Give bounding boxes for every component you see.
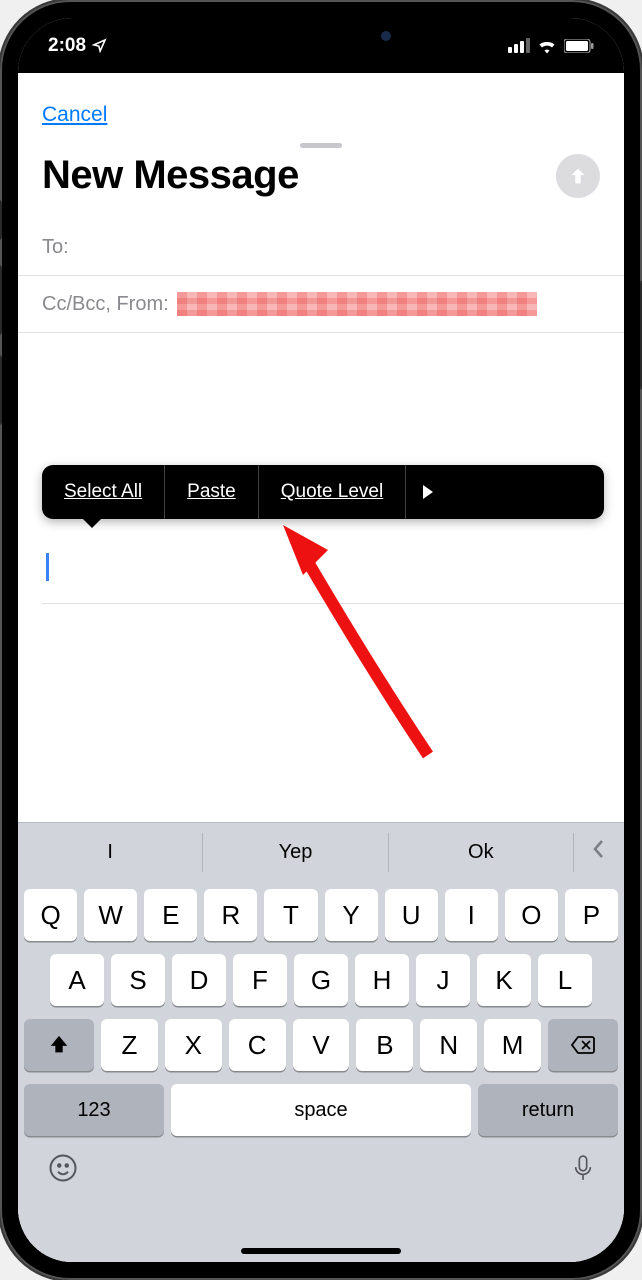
annotation-arrow	[248, 515, 458, 765]
content: Cancel New Message To: Cc/Bcc, From: Sel…	[18, 73, 624, 1262]
quote-level-button[interactable]: Quote Level	[259, 465, 406, 519]
key-s[interactable]: S	[111, 954, 165, 1006]
key-g[interactable]: G	[294, 954, 348, 1006]
page-title: New Message	[42, 153, 299, 198]
battery-icon	[564, 39, 594, 53]
chevron-right-icon	[422, 485, 434, 499]
key-q[interactable]: Q	[24, 889, 77, 941]
notch	[191, 18, 451, 54]
cancel-button[interactable]: Cancel	[42, 103, 107, 126]
edit-menu: Select All Paste Quote Level	[42, 465, 604, 519]
key-t[interactable]: T	[264, 889, 317, 941]
send-button[interactable]	[556, 154, 600, 198]
key-u[interactable]: U	[385, 889, 438, 941]
ccbcc-label: Cc/Bcc, From:	[42, 293, 169, 316]
key-z[interactable]: Z	[101, 1019, 158, 1071]
status-icons	[508, 38, 594, 54]
suggestion-3[interactable]: Ok	[389, 833, 574, 872]
key-row-4: 123 space return	[24, 1084, 618, 1136]
cellular-icon	[508, 38, 530, 53]
key-p[interactable]: P	[565, 889, 618, 941]
numbers-key[interactable]: 123	[24, 1084, 164, 1136]
key-n[interactable]: N	[420, 1019, 477, 1071]
volume-down	[0, 355, 2, 425]
volume-up	[0, 265, 2, 335]
suggestion-bar: I Yep Ok	[18, 823, 624, 881]
arrow-up-icon	[567, 165, 589, 187]
key-v[interactable]: V	[293, 1019, 350, 1071]
redacted-email	[177, 292, 537, 316]
suggestion-2[interactable]: Yep	[203, 833, 388, 872]
key-j[interactable]: J	[416, 954, 470, 1006]
return-key[interactable]: return	[478, 1084, 618, 1136]
divider	[42, 603, 624, 604]
location-icon	[92, 38, 107, 53]
menu-more-button[interactable]	[406, 465, 450, 519]
suggestion-1[interactable]: I	[18, 833, 203, 872]
key-i[interactable]: I	[445, 889, 498, 941]
backspace-icon	[570, 1035, 596, 1055]
wifi-icon	[537, 38, 557, 54]
keyboard-bottom-row	[18, 1149, 624, 1204]
key-m[interactable]: M	[484, 1019, 541, 1071]
screen: 2:08 Cancel New Message To:	[18, 18, 624, 1262]
key-f[interactable]: F	[233, 954, 287, 1006]
key-c[interactable]: C	[229, 1019, 286, 1071]
select-all-button[interactable]: Select All	[42, 465, 165, 519]
shift-key[interactable]	[24, 1019, 94, 1071]
text-cursor	[46, 553, 49, 581]
mute-switch	[0, 200, 2, 240]
key-d[interactable]: D	[172, 954, 226, 1006]
ccbcc-field[interactable]: Cc/Bcc, From:	[18, 276, 624, 333]
dictation-key[interactable]	[572, 1153, 594, 1190]
key-l[interactable]: L	[538, 954, 592, 1006]
backspace-key[interactable]	[548, 1019, 618, 1071]
key-x[interactable]: X	[165, 1019, 222, 1071]
keyboard: I Yep Ok Q W E R T Y U	[18, 822, 624, 1262]
key-o[interactable]: O	[505, 889, 558, 941]
key-e[interactable]: E	[144, 889, 197, 941]
to-label: To:	[42, 236, 69, 259]
mic-icon	[572, 1153, 594, 1183]
space-key[interactable]: space	[171, 1084, 471, 1136]
key-k[interactable]: K	[477, 954, 531, 1006]
chevron-left-icon	[592, 839, 606, 859]
key-row-2: A S D F G H J K L	[24, 954, 618, 1006]
key-b[interactable]: B	[356, 1019, 413, 1071]
key-r[interactable]: R	[204, 889, 257, 941]
suggestion-collapse[interactable]	[574, 839, 624, 865]
paste-button[interactable]: Paste	[165, 465, 259, 519]
key-a[interactable]: A	[50, 954, 104, 1006]
key-row-3: Z X C V B N M	[24, 1019, 618, 1071]
home-indicator[interactable]	[241, 1248, 401, 1254]
emoji-key[interactable]	[48, 1153, 78, 1190]
emoji-icon	[48, 1153, 78, 1183]
to-field[interactable]: To:	[18, 220, 624, 276]
status-time: 2:08	[48, 35, 107, 57]
key-row-1: Q W E R T Y U I O P	[24, 889, 618, 941]
time-label: 2:08	[48, 35, 86, 57]
shift-icon	[48, 1034, 70, 1056]
key-h[interactable]: H	[355, 954, 409, 1006]
sheet-grabber[interactable]	[300, 143, 342, 148]
key-w[interactable]: W	[84, 889, 137, 941]
key-y[interactable]: Y	[325, 889, 378, 941]
phone-frame: 2:08 Cancel New Message To:	[0, 0, 642, 1280]
